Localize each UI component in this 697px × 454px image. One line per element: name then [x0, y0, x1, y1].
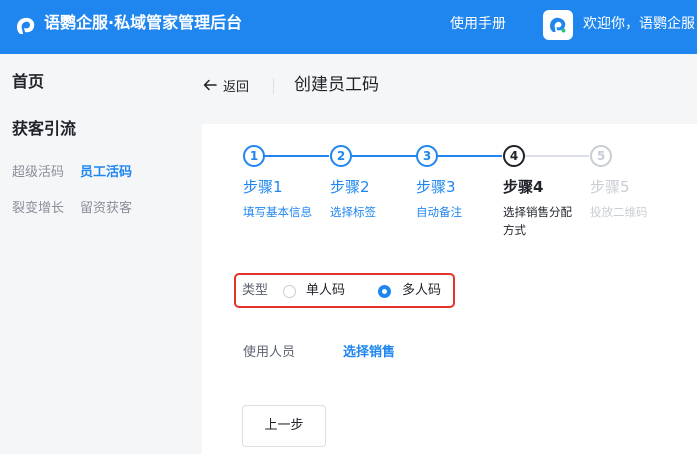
step-1-title: 步骤1 [243, 178, 283, 196]
single-code-label[interactable]: 单人码 [306, 281, 345, 301]
step-4-indicator: 4 [503, 145, 525, 167]
sidebar-item-home[interactable]: 首页 [12, 71, 44, 93]
top-bar: 语鹦企服·私域管家管理后台 使用手册 欢迎你，语鹦企服 [0, 0, 697, 54]
prev-step-button[interactable]: 上一步 [242, 405, 326, 447]
back-button[interactable]: 返回 [203, 74, 249, 96]
sidebar-item-super-code[interactable]: 超级活码 [12, 164, 64, 182]
step-2-indicator: 2 [330, 145, 352, 167]
step-3-desc: 自动备注 [416, 205, 462, 219]
user-label: 使用人员 [243, 345, 296, 360]
step-connector [438, 155, 502, 157]
step-4-title: 步骤4 [503, 178, 544, 196]
multi-code-label[interactable]: 多人码 [402, 281, 441, 301]
step-4-desc: 选择销售分配方式 [503, 205, 572, 237]
welcome-text: 欢迎你，语鹦企服 [583, 16, 695, 32]
step-5-desc: 投放二维码 [590, 205, 648, 219]
step-2-title: 步骤2 [330, 178, 370, 196]
step-1-indicator: 1 [243, 145, 265, 167]
app-title: 语鹦企服·私域管家管理后台 [44, 13, 243, 32]
step-3-title: 步骤3 [416, 178, 456, 196]
step-2-desc: 选择标签 [330, 205, 376, 219]
back-label: 返回 [223, 79, 250, 95]
step-3-indicator: 3 [416, 145, 438, 167]
page-title: 创建员工码 [294, 75, 379, 95]
title-divider [273, 78, 274, 94]
single-code-radio[interactable] [283, 285, 296, 298]
parrot-logo-icon [17, 17, 35, 34]
type-label: 类型 [242, 283, 269, 298]
step-1-desc: 填写基本信息 [243, 205, 312, 219]
parrot-avatar-icon [550, 17, 566, 33]
sidebar-group-acquisition[interactable]: 获客引流 [12, 118, 76, 140]
sidebar-item-employee-code[interactable]: 员工活码 [80, 164, 132, 182]
sidebar: 首页 获客引流 超级活码 员工活码 裂变增长 留资获客 [0, 54, 200, 454]
step-connector [352, 155, 416, 157]
step-connector [265, 155, 329, 157]
avatar[interactable] [543, 10, 573, 40]
sidebar-item-lead-capture[interactable]: 留资获客 [80, 200, 132, 218]
step-5-indicator: 5 [590, 145, 612, 167]
user-manual-link[interactable]: 使用手册 [450, 14, 506, 34]
arrow-left-icon [203, 79, 217, 91]
select-sales-link[interactable]: 选择销售 [343, 343, 395, 363]
step-connector [525, 155, 589, 157]
multi-code-radio[interactable] [378, 285, 391, 298]
sidebar-item-fission-growth[interactable]: 裂变增长 [12, 200, 64, 218]
step-5-title: 步骤5 [590, 178, 630, 196]
